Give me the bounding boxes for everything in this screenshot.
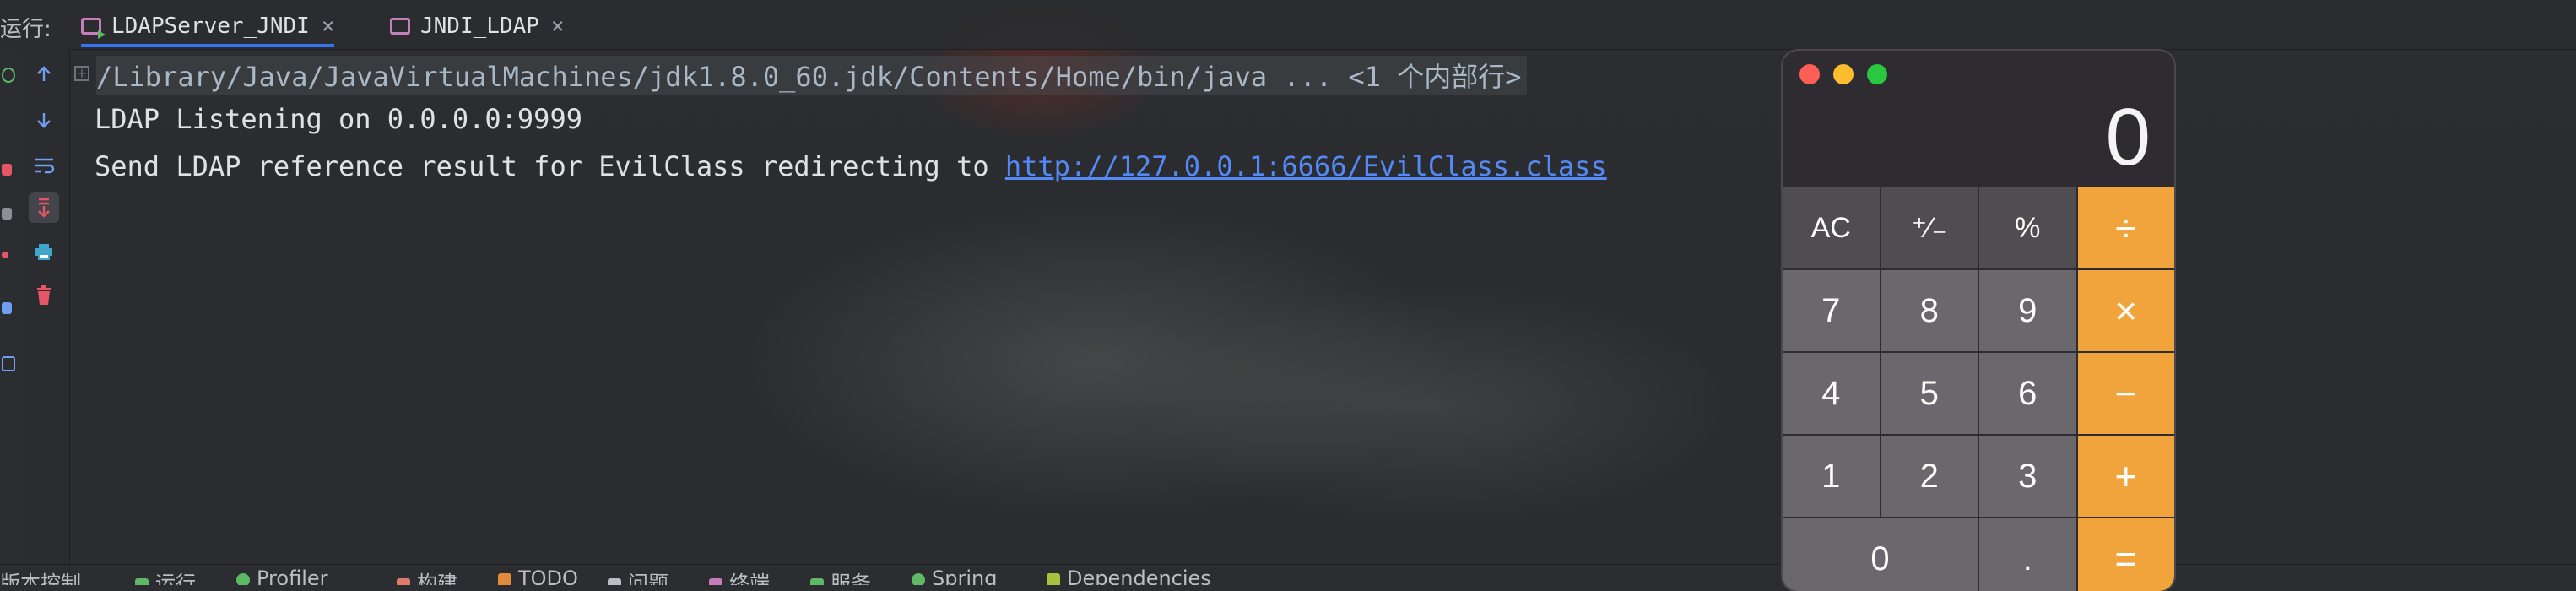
trash-icon[interactable] (29, 280, 59, 311)
statusbar-problems[interactable]: 问题 (608, 567, 668, 585)
statusbar-run[interactable]: 运行 (135, 567, 196, 585)
digit-5-button[interactable]: 5 (1881, 353, 1978, 434)
statusbar-label: 问题 (628, 572, 668, 585)
statusbar-label: Dependencies (1067, 567, 1211, 585)
camera-icon[interactable] (2, 208, 12, 220)
statusbar-label: Profiler (257, 567, 328, 585)
run-config-icon (81, 18, 106, 39)
console-line: Send LDAP reference result for EvilClass… (95, 150, 1607, 182)
close-window-button[interactable] (1799, 64, 1820, 84)
pin-icon[interactable] (2, 356, 15, 371)
soft-wrap-icon[interactable] (29, 150, 59, 181)
left-tool-strip (0, 49, 19, 564)
statusbar-dependencies[interactable]: Dependencies (1047, 567, 1211, 585)
digit-6-button[interactable]: 6 (1979, 353, 2076, 434)
statusbar-label: Spring (932, 567, 998, 585)
scroll-to-end-icon[interactable] (29, 192, 59, 223)
add-button[interactable]: + (2077, 436, 2174, 517)
digit-8-button[interactable]: 8 (1881, 270, 1978, 351)
print-icon[interactable] (29, 236, 59, 267)
stop-icon[interactable] (2, 164, 12, 176)
subtract-button[interactable]: − (2077, 353, 2174, 434)
console-line-text: Send LDAP reference result for EvilClass… (95, 150, 1005, 182)
digit-2-button[interactable]: 2 (1881, 436, 1978, 517)
decimal-button[interactable]: . (1979, 518, 2076, 591)
console-line: LDAP Listening on 0.0.0.0:9999 (95, 103, 582, 135)
arrow-up-icon[interactable] (29, 59, 59, 89)
expand-icon[interactable]: + (74, 66, 89, 81)
calculator-keypad: AC ⁺∕₋% ÷ 7 8 9 × 4 5 6− 1 2 3 +0. = (1783, 187, 2174, 591)
statusbar-label: 服务 (831, 572, 871, 585)
calculator-window: 0 AC ⁺∕₋% ÷ 7 8 9 × 4 5 6− 1 2 3 +0. = (1783, 51, 2174, 591)
sign-toggle-button[interactable]: ⁺∕₋ (1881, 187, 1978, 268)
statusbar-terminal[interactable]: 终端 (709, 567, 770, 585)
zoom-window-button[interactable] (1867, 64, 1887, 84)
statusbar-profiler[interactable]: Profiler (236, 567, 328, 585)
dependencies-icon (1047, 573, 1060, 585)
run-label: 运行: (0, 17, 51, 42)
statusbar-spring[interactable]: Spring (912, 567, 997, 585)
statusbar-build[interactable]: 构建 (397, 567, 457, 585)
equals-button[interactable]: = (2077, 518, 2174, 591)
evilclass-url-link[interactable]: http://127.0.0.1:6666/EvilClass.class (1005, 150, 1607, 182)
calculator-display: 0 (2105, 92, 2151, 182)
statusbar-label: 构建 (417, 572, 457, 585)
statusbar-label: TODO (518, 567, 578, 585)
minimize-window-button[interactable] (1833, 64, 1854, 84)
statusbar-todo[interactable]: TODO (498, 567, 578, 585)
multiply-button[interactable]: × (2077, 270, 2174, 351)
clear-button[interactable]: AC (1783, 187, 1880, 268)
console-output[interactable]: + /Library/Java/JavaVirtualMachines/jdk1… (74, 49, 1762, 564)
tool-window-statusbar: 版本控制 运行 Profiler 构建 TODO 问题 终端 服务 Spring… (0, 564, 2576, 585)
todo-icon (498, 573, 511, 585)
rerun-icon[interactable] (2, 68, 15, 83)
digit-1-button[interactable]: 1 (1783, 436, 1880, 517)
tab-ldapserver-jndi[interactable]: LDAPServer_JNDI × (81, 5, 335, 47)
divide-button[interactable]: ÷ (2077, 187, 2174, 268)
tab-label: LDAPServer_JNDI (111, 14, 310, 39)
close-icon[interactable]: × (322, 14, 335, 39)
run-config-icon (390, 18, 410, 35)
digit-3-button[interactable]: 3 (1979, 436, 2076, 517)
tab-jndi-ldap[interactable]: JNDI_LDAP × (390, 5, 565, 47)
close-icon[interactable]: × (551, 14, 565, 39)
console-toolbar (19, 49, 70, 564)
digit-9-button[interactable]: 9 (1979, 270, 2076, 351)
console-command-line: /Library/Java/JavaVirtualMachines/jdk1.8… (96, 56, 1527, 95)
run-tool-window-tabbar: 运行: LDAPServer_JNDI × JNDI_LDAP × (0, 0, 2576, 50)
percent-button[interactable]: % (1979, 187, 2076, 268)
statusbar-label: 运行 (155, 572, 196, 585)
digit-0-button[interactable]: 0 (1783, 518, 1978, 591)
profiler-icon (236, 573, 250, 585)
digit-7-button[interactable]: 7 (1783, 270, 1880, 351)
statusbar-label: 终端 (729, 572, 770, 585)
tab-label: JNDI_LDAP (420, 14, 539, 39)
statusbar-version-control[interactable]: 版本控制 (0, 567, 81, 585)
digit-4-button[interactable]: 4 (1783, 353, 1880, 434)
breakpoint-icon[interactable] (2, 252, 8, 258)
arrow-down-icon[interactable] (29, 105, 59, 135)
statusbar-services[interactable]: 服务 (810, 567, 871, 585)
layout-icon[interactable] (2, 302, 12, 314)
spring-icon (912, 573, 925, 585)
